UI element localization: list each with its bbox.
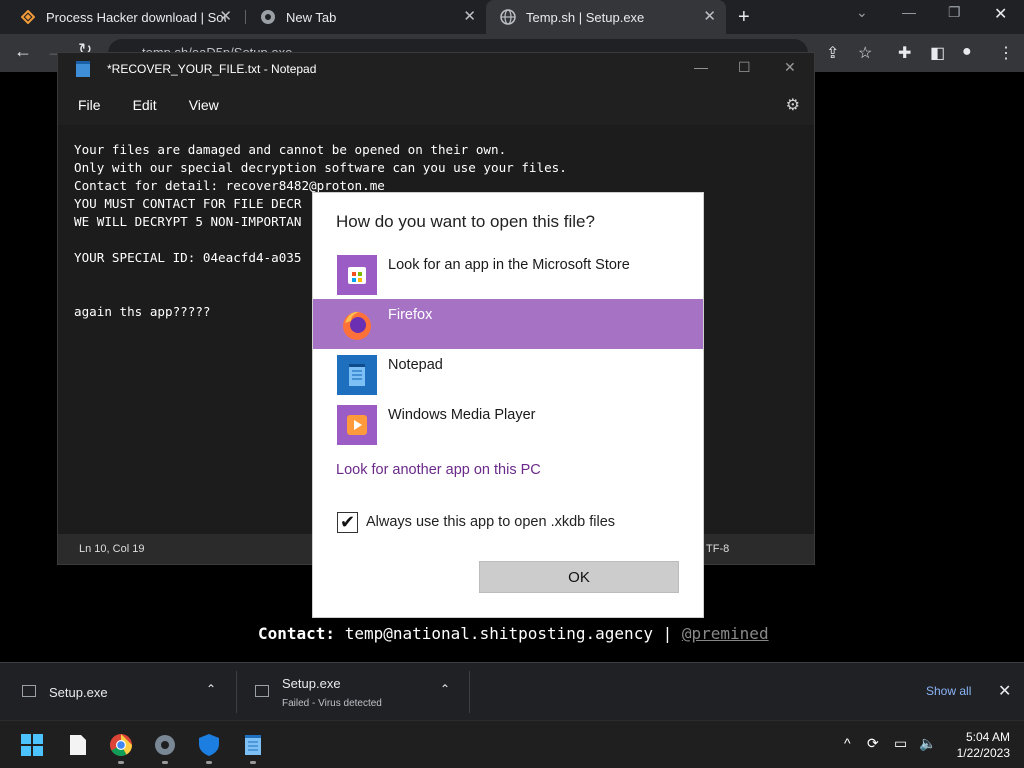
menu-icon[interactable]: ⋮ [998, 43, 1014, 63]
close-icon[interactable]: ✕ [784, 59, 796, 76]
look-for-another-app-link[interactable]: Look for another app on this PC [336, 462, 541, 478]
tab-new-tab[interactable]: New Tab ✕ [246, 0, 486, 34]
process-hacker-icon [20, 9, 36, 25]
app-name: Windows Media Player [388, 407, 536, 423]
contact-email: temp@national.shitposting.agency [344, 624, 653, 643]
gear-icon[interactable]: ⚙ [786, 95, 800, 115]
tab-title: Process Hacker download | Sourc [46, 9, 226, 25]
menu-view[interactable]: View [183, 97, 225, 113]
menu-edit[interactable]: Edit [127, 97, 163, 113]
taskbar-clock[interactable]: 5:04 AM 1/22/2023 [948, 729, 1010, 761]
chrome-icon[interactable] [109, 733, 133, 757]
running-indicator [162, 761, 168, 764]
bookmark-star-icon[interactable]: ☆ [858, 43, 872, 63]
tab-title: Temp.sh | Setup.exe [526, 9, 645, 25]
minimize-icon[interactable]: — [694, 59, 708, 75]
extensions-icon[interactable]: ✚ [898, 43, 911, 63]
download-name: Setup.exe [49, 685, 108, 700]
running-indicator [206, 761, 212, 764]
chevron-up-icon[interactable]: ^ [844, 735, 851, 751]
app-name: Look for an app in the Microsoft Store [388, 257, 630, 273]
globe-icon [500, 9, 516, 25]
contact-label: Contact: [258, 624, 336, 643]
file-icon[interactable] [66, 733, 90, 757]
chevron-down-icon[interactable]: ⌄ [856, 4, 868, 21]
download-bar: Setup.exe ⌃ Setup.exe Failed - Virus det… [0, 662, 1024, 720]
close-icon[interactable]: ✕ [998, 681, 1011, 701]
app-option-notepad[interactable]: Notepad [313, 349, 703, 399]
browser-tab-strip: Process Hacker download | Sourc ✕ New Ta… [0, 0, 1024, 34]
sync-alert-icon[interactable]: ⟳ [867, 735, 879, 752]
file-icon [255, 685, 269, 697]
show-all-downloads-link[interactable]: Show all [926, 684, 971, 698]
download-separator [469, 671, 470, 713]
minimize-icon[interactable]: — [902, 4, 916, 20]
tab-temp-sh[interactable]: Temp.sh | Setup.exe ✕ [486, 0, 726, 34]
running-indicator [118, 761, 124, 764]
tab-title: New Tab [286, 9, 337, 25]
maximize-icon[interactable]: ☐ [738, 59, 751, 76]
windows-start-icon[interactable] [20, 733, 44, 757]
app-option-microsoft-store[interactable]: Look for an app in the Microsoft Store [313, 249, 703, 299]
app-option-windows-media-player[interactable]: Windows Media Player [313, 399, 703, 449]
download-item[interactable]: Setup.exe ⌃ [0, 663, 236, 721]
network-icon[interactable]: ▭ [894, 735, 907, 752]
windows-taskbar: ^ ⟳ ▭ 🔈 5:04 AM 1/22/2023 [0, 720, 1024, 768]
app-option-firefox[interactable]: Firefox [313, 299, 703, 349]
encoding-label: TF-8 [706, 543, 730, 555]
side-panel-icon[interactable]: ◧ [930, 43, 945, 63]
app-name: Firefox [388, 307, 433, 323]
profile-icon[interactable]: ● [962, 43, 972, 61]
settings-gear-icon[interactable] [153, 733, 177, 757]
download-status: Failed - Virus detected [282, 698, 382, 709]
running-indicator [250, 761, 256, 764]
microsoft-store-icon [337, 255, 377, 295]
app-name: Notepad [388, 357, 443, 373]
close-tab-icon[interactable]: ✕ [463, 9, 476, 25]
security-shield-icon[interactable] [197, 733, 221, 757]
new-tab-icon[interactable]: + [738, 6, 750, 29]
dialog-heading: How do you want to open this file? [336, 212, 595, 231]
chevron-up-icon[interactable]: ⌃ [206, 682, 216, 696]
close-window-icon[interactable]: ✕ [994, 4, 1007, 24]
notepad-icon [337, 355, 377, 395]
always-use-label[interactable]: Always use this app to open .xkdb files [366, 514, 615, 530]
menu-file[interactable]: File [72, 97, 107, 113]
open-with-dialog: How do you want to open this file? Look … [312, 192, 704, 618]
contact-line: Contact: temp@national.shitposting.agenc… [258, 624, 769, 643]
chevron-up-icon[interactable]: ⌃ [440, 682, 450, 696]
volume-icon[interactable]: 🔈 [919, 735, 936, 752]
chrome-icon [260, 9, 276, 25]
always-use-checkbox[interactable]: ✔ [337, 512, 358, 533]
close-tab-icon[interactable]: ✕ [219, 9, 232, 25]
notepad-menubar: File Edit View [58, 85, 814, 125]
notepad-icon[interactable] [241, 733, 265, 757]
contact-handle-link[interactable]: @premined [682, 624, 769, 643]
clock-time: 5:04 AM [965, 730, 1010, 744]
file-icon [22, 685, 36, 697]
media-player-icon [337, 405, 377, 445]
contact-separator: | [662, 624, 673, 643]
notepad-icon [76, 61, 90, 77]
ok-button[interactable]: OK [479, 561, 679, 593]
restore-icon[interactable]: ❐ [948, 4, 961, 21]
tab-process-hacker[interactable]: Process Hacker download | Sourc ✕ [6, 0, 242, 34]
firefox-icon [337, 305, 377, 345]
share-icon[interactable]: ⇪ [826, 43, 839, 63]
back-icon[interactable]: ← [14, 41, 32, 62]
download-name: Setup.exe [282, 676, 341, 691]
checkmark-icon: ✔ [339, 512, 356, 532]
close-tab-icon[interactable]: ✕ [703, 9, 716, 25]
download-item[interactable]: Setup.exe Failed - Virus detected ⌃ [237, 663, 469, 721]
cursor-position: Ln 10, Col 19 [79, 543, 145, 555]
notepad-title: *RECOVER_YOUR_FILE.txt - Notepad [107, 62, 317, 76]
clock-date: 1/22/2023 [956, 746, 1010, 760]
